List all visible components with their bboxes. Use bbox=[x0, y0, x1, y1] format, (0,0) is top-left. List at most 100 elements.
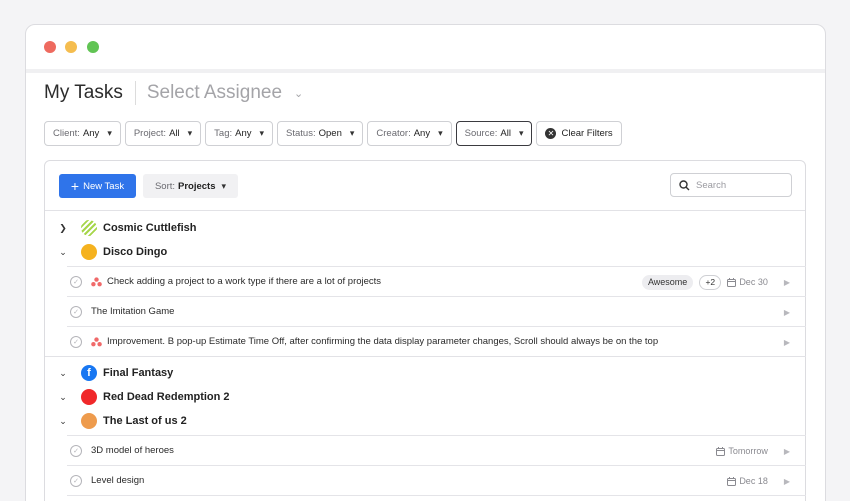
checkmark-circle-icon[interactable]: ✓ bbox=[70, 275, 82, 288]
filter-client[interactable]: Client: Any ▾ bbox=[44, 121, 121, 146]
tag-badge[interactable]: Awesome bbox=[641, 274, 694, 290]
facebook-icon: f bbox=[81, 365, 97, 381]
filter-value: All bbox=[500, 128, 511, 139]
more-tags-badge[interactable]: +2 bbox=[699, 274, 722, 290]
project-name: Red Dead Redemption 2 bbox=[103, 391, 230, 403]
filter-label: Tag: bbox=[214, 128, 233, 139]
project-name: Final Fantasy bbox=[103, 367, 174, 379]
project-icon bbox=[81, 389, 97, 405]
close-window-button[interactable] bbox=[44, 41, 56, 53]
play-icon[interactable]: ▶ bbox=[784, 447, 790, 456]
title-bar bbox=[26, 25, 825, 69]
plus-icon: + bbox=[70, 178, 80, 194]
chevron-right-icon[interactable]: ❯ bbox=[45, 223, 81, 234]
task-meta: ▶ bbox=[784, 297, 790, 327]
filter-value: All bbox=[169, 128, 180, 139]
filter-source[interactable]: Source: All ▾ bbox=[455, 121, 533, 146]
project-icon bbox=[81, 220, 97, 236]
play-icon[interactable]: ▶ bbox=[784, 278, 790, 287]
task-title: The Imitation Game bbox=[91, 306, 175, 317]
task-row[interactable]: ✓ Level design Dec 18 ▶ bbox=[67, 465, 806, 495]
task-meta: Awesome +2 Dec 30 ▶ bbox=[641, 267, 790, 297]
project-name: Cosmic Cuttlefish bbox=[103, 222, 197, 234]
filter-tag[interactable]: Tag: Any ▾ bbox=[205, 121, 274, 146]
play-icon[interactable]: ▶ bbox=[784, 477, 790, 486]
sort-label: Sort: bbox=[154, 180, 176, 192]
chevron-down-icon[interactable]: ⌄ bbox=[45, 368, 81, 379]
task-row[interactable]: ✓ The Imitation Game ▶ bbox=[67, 296, 806, 326]
due-date-label: Tomorrow bbox=[728, 446, 768, 456]
task-row bbox=[67, 495, 806, 501]
checkmark-circle-icon[interactable]: ✓ bbox=[70, 335, 82, 348]
filter-value: Any bbox=[413, 128, 431, 139]
task-row[interactable]: ✓ Check adding a project to a work type … bbox=[67, 266, 806, 296]
app-window: My Tasks Select Assignee ⌄ Client: Any ▾ P… bbox=[25, 24, 826, 501]
play-icon[interactable]: ▶ bbox=[784, 338, 790, 347]
task-row[interactable]: ✓ 3D model of heroes Tomorrow ▶ bbox=[67, 435, 806, 465]
task-title: Check adding a project to a work type if… bbox=[107, 276, 382, 287]
calendar-icon bbox=[716, 446, 726, 456]
tasks-toolbar: + New Task Sort: Projects ▾ bbox=[45, 161, 805, 211]
chevron-down-icon[interactable]: ⌄ bbox=[45, 247, 81, 258]
minimize-window-button[interactable] bbox=[65, 41, 77, 53]
asana-icon bbox=[91, 276, 102, 286]
due-date[interactable]: Tomorrow bbox=[716, 446, 768, 456]
filter-project[interactable]: Project: All ▾ bbox=[124, 121, 202, 146]
asana-icon bbox=[91, 336, 102, 346]
checkmark-circle-icon[interactable]: ✓ bbox=[70, 474, 82, 487]
filter-value: Open bbox=[318, 128, 342, 139]
due-date[interactable]: Dec 18 bbox=[727, 476, 768, 486]
chevron-down-icon[interactable]: ⌄ bbox=[45, 392, 81, 403]
project-name: Disco Dingo bbox=[103, 246, 168, 258]
filter-label: Status: bbox=[286, 128, 316, 139]
task-title: Improvement. B pop-up Estimate Time Off,… bbox=[107, 336, 659, 347]
project-icon bbox=[81, 244, 97, 260]
assignee-select[interactable]: Select Assignee bbox=[147, 82, 282, 104]
chevron-down-icon[interactable]: ⌄ bbox=[294, 87, 303, 100]
filter-label: Client: bbox=[53, 128, 80, 139]
filter-label: Creator: bbox=[376, 128, 411, 139]
close-circle-icon: ✕ bbox=[545, 128, 557, 139]
due-date[interactable]: Dec 30 bbox=[727, 277, 768, 287]
task-meta: Dec 18 ▶ bbox=[727, 466, 790, 496]
project-row-red-dead-redemption-2[interactable]: ⌄ Red Dead Redemption 2 bbox=[45, 386, 230, 408]
filter-status[interactable]: Status: Open ▾ bbox=[277, 121, 364, 146]
task-row[interactable]: ✓ Improvement. B pop-up Estimate Time Of… bbox=[67, 326, 806, 356]
title-separator bbox=[26, 69, 825, 73]
maximize-window-button[interactable] bbox=[87, 41, 99, 53]
group-divider bbox=[45, 356, 806, 357]
filter-value: Any bbox=[235, 128, 252, 139]
chevron-down-icon: ▾ bbox=[187, 128, 193, 138]
play-icon[interactable]: ▶ bbox=[784, 308, 790, 317]
chevron-down-icon[interactable]: ⌄ bbox=[45, 416, 81, 427]
task-title: Level design bbox=[91, 475, 145, 486]
sort-dropdown[interactable]: Sort: Projects ▾ bbox=[143, 174, 238, 198]
project-row-final-fantasy[interactable]: ⌄ f Final Fantasy bbox=[45, 362, 173, 384]
calendar-icon bbox=[727, 476, 737, 486]
project-row-the-last-of-us-2[interactable]: ⌄ The Last of us 2 bbox=[45, 410, 187, 432]
clear-filters-label: Clear Filters bbox=[561, 128, 613, 139]
due-date-label: Dec 18 bbox=[739, 476, 768, 486]
project-row-cosmic-cuttlefish[interactable]: ❯ Cosmic Cuttlefish bbox=[45, 217, 197, 239]
filter-label: Source: bbox=[464, 128, 498, 139]
chevron-down-icon: ▾ bbox=[107, 128, 112, 138]
new-task-button[interactable]: + New Task bbox=[59, 174, 136, 198]
search-icon bbox=[679, 179, 690, 190]
chevron-down-icon: ▾ bbox=[259, 128, 265, 138]
project-icon bbox=[81, 413, 97, 429]
task-title: 3D model of heroes bbox=[91, 445, 174, 456]
checkmark-circle-icon[interactable]: ✓ bbox=[70, 305, 82, 318]
project-row-disco-dingo[interactable]: ⌄ Disco Dingo bbox=[45, 241, 167, 263]
search-input[interactable] bbox=[696, 179, 786, 191]
page-title: My Tasks bbox=[44, 82, 123, 103]
checkmark-circle-icon[interactable]: ✓ bbox=[70, 444, 82, 457]
search-box[interactable] bbox=[670, 173, 792, 197]
filter-value: Any bbox=[82, 128, 100, 139]
due-date-label: Dec 30 bbox=[739, 277, 768, 287]
filter-creator[interactable]: Creator: Any ▾ bbox=[367, 121, 452, 146]
clear-filters-button[interactable]: ✕ Clear Filters bbox=[536, 121, 622, 146]
project-name: The Last of us 2 bbox=[103, 415, 187, 427]
chevron-down-icon: ▾ bbox=[221, 180, 227, 191]
chevron-down-icon: ▾ bbox=[438, 128, 443, 138]
tasks-panel: +New Task Sort:Projects ▾ ❯ Cosmic Cuttle… bbox=[44, 160, 806, 501]
